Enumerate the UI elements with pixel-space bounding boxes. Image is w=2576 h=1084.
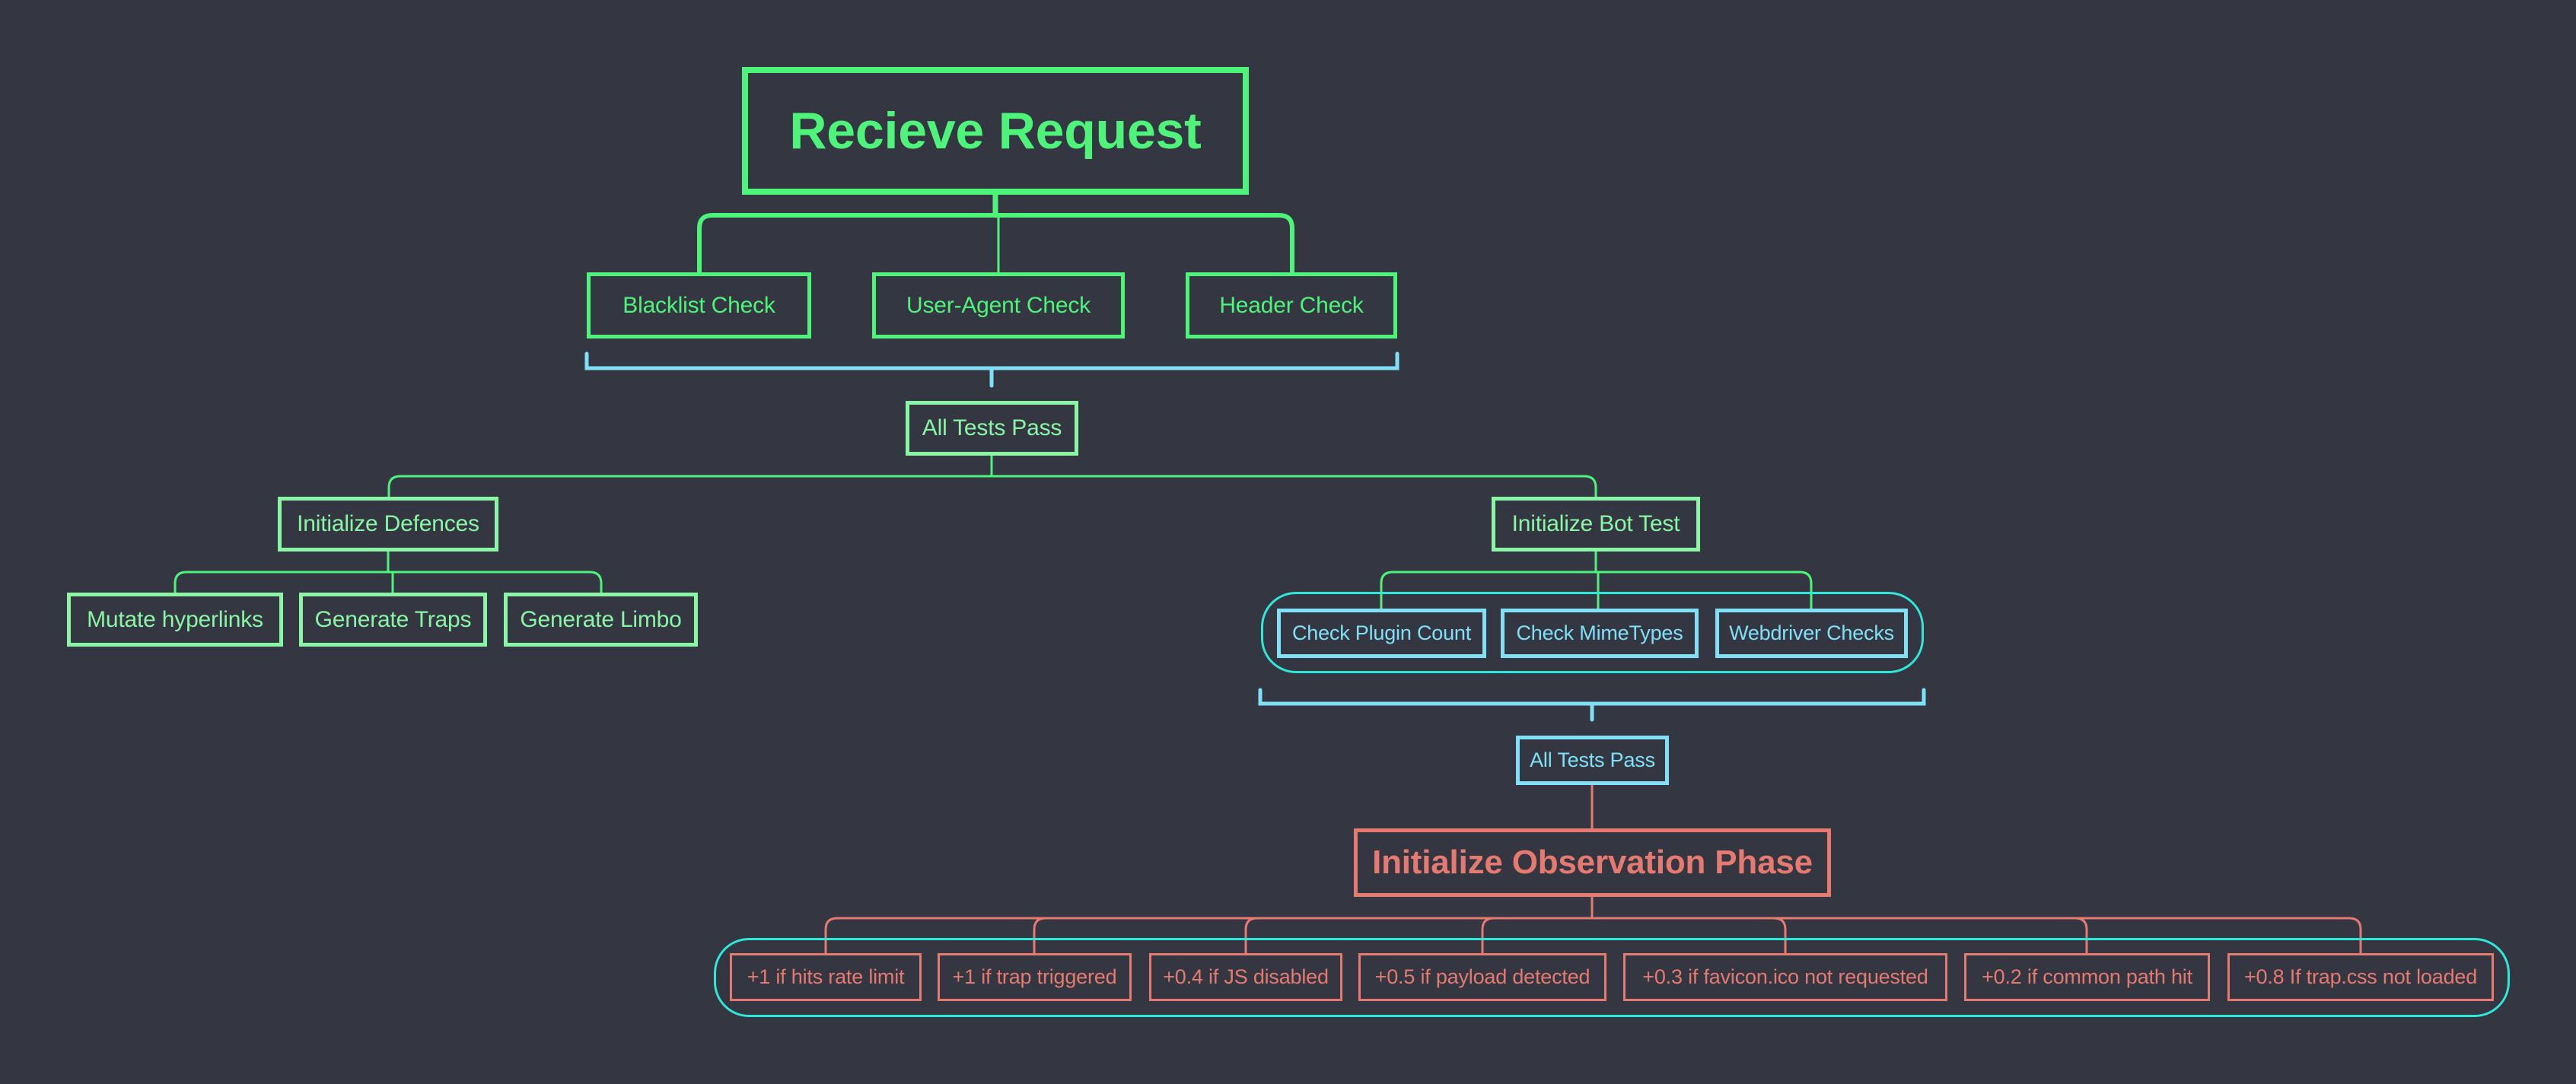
rule-common-path-node[interactable]: +0.2 if common path hit xyxy=(1964,953,2210,1001)
initialize-observation-phase-node[interactable]: Initialize Observation Phase xyxy=(1354,828,1831,897)
edge-gate1-bar xyxy=(387,475,1597,498)
rule-trap-triggered-node[interactable]: +1 if trap triggered xyxy=(938,953,1132,1001)
rule-trap-css-label: +0.8 If trap.css not loaded xyxy=(2243,965,2478,988)
generate-limbo-node[interactable]: Generate Limbo xyxy=(504,593,698,647)
rule-js-disabled-node[interactable]: +0.4 if JS disabled xyxy=(1149,953,1342,1001)
webdriver-checks-label: Webdriver Checks xyxy=(1729,621,1894,644)
rule-common-path-label: +0.2 if common path hit xyxy=(1982,965,2192,988)
check-mimetypes-label: Check MimeTypes xyxy=(1516,621,1683,644)
initialize-bot-test-node[interactable]: Initialize Bot Test xyxy=(1492,497,1700,552)
all-tests-pass-node-1[interactable]: All Tests Pass xyxy=(906,401,1078,456)
user-agent-check-node[interactable]: User-Agent Check xyxy=(872,272,1125,339)
header-check-label: Header Check xyxy=(1219,292,1364,318)
rule-trap-css-node[interactable]: +0.8 If trap.css not loaded xyxy=(2227,953,2494,1001)
check-mimetypes-node[interactable]: Check MimeTypes xyxy=(1501,609,1699,658)
webdriver-checks-node[interactable]: Webdriver Checks xyxy=(1715,609,1908,658)
all-tests-pass-node-2[interactable]: All Tests Pass xyxy=(1516,736,1669,785)
rule-js-disabled-label: +0.4 if JS disabled xyxy=(1163,965,1329,988)
header-check-node[interactable]: Header Check xyxy=(1186,272,1397,339)
generate-limbo-label: Generate Limbo xyxy=(520,606,682,632)
check-plugin-count-node[interactable]: Check Plugin Count xyxy=(1277,609,1486,658)
edge-root-bar xyxy=(697,213,1294,275)
initialize-defences-label: Initialize Defences xyxy=(297,511,479,536)
all-tests-pass-label-1: All Tests Pass xyxy=(922,415,1062,440)
generate-traps-label: Generate Traps xyxy=(314,606,472,632)
root-node[interactable]: Recieve Request xyxy=(742,67,1249,195)
rule-rate-limit-node[interactable]: +1 if hits rate limit xyxy=(730,953,922,1001)
initialize-bot-test-label: Initialize Bot Test xyxy=(1511,511,1680,536)
initialize-defences-node[interactable]: Initialize Defences xyxy=(278,497,498,552)
blacklist-check-label: Blacklist Check xyxy=(623,292,775,318)
all-tests-pass-label-2: All Tests Pass xyxy=(1530,749,1655,771)
blacklist-check-node[interactable]: Blacklist Check xyxy=(587,272,811,339)
user-agent-check-label: User-Agent Check xyxy=(906,292,1091,318)
mutate-hyperlinks-label: Mutate hyperlinks xyxy=(87,606,263,632)
rule-payload-detected-label: +0.5 if payload detected xyxy=(1374,965,1590,988)
generate-traps-node[interactable]: Generate Traps xyxy=(299,593,487,647)
check-plugin-count-label: Check Plugin Count xyxy=(1291,621,1472,644)
root-label: Recieve Request xyxy=(789,102,1202,160)
edge-defences-bar xyxy=(174,571,603,594)
rule-favicon-node[interactable]: +0.3 if favicon.ico not requested xyxy=(1623,953,1947,1001)
rule-favicon-label: +0.3 if favicon.ico not requested xyxy=(1642,965,1928,988)
mutate-hyperlinks-node[interactable]: Mutate hyperlinks xyxy=(67,593,283,647)
bracket-initial-checks xyxy=(584,351,1399,370)
rule-trap-triggered-label: +1 if trap triggered xyxy=(952,965,1117,988)
rule-payload-detected-node[interactable]: +0.5 if payload detected xyxy=(1358,953,1606,1001)
initialize-observation-phase-label: Initialize Observation Phase xyxy=(1372,844,1813,881)
bracket-bot-checks xyxy=(1258,688,1926,706)
rule-rate-limit-label: +1 if hits rate limit xyxy=(747,965,905,988)
